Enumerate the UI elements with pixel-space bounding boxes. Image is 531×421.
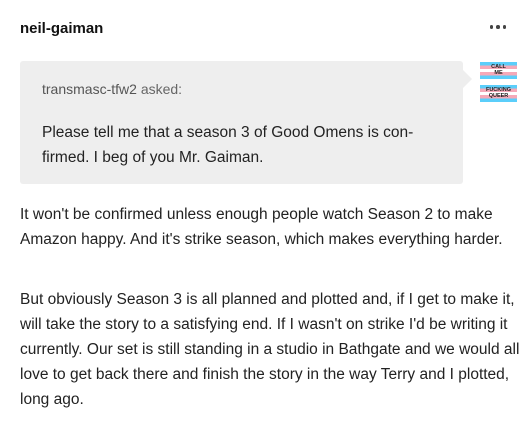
ask-question: Please tell me that a season 3 of Good O… (42, 124, 414, 166)
avatar-flag-top: CALL ME (480, 62, 517, 79)
post-author-name[interactable]: neil-gaiman (20, 20, 103, 37)
avatar-flag-bottom: FUCKING QUEER (480, 85, 517, 102)
avatar-text: ME (494, 69, 503, 76)
asker-line: transmasc-tfw2 asked: (42, 81, 182, 97)
asker-name[interactable]: transmasc-tfw2 (42, 81, 137, 97)
avatar-text: QUEER (488, 92, 509, 99)
asked-label: asked: (140, 81, 183, 97)
menu-dot (489, 25, 494, 29)
answer-paragraph: It won't be confirmed unless enough peop… (20, 206, 503, 248)
asker-avatar[interactable]: CALL ME FUCKING QUEER (480, 62, 517, 102)
menu-dot (502, 25, 507, 29)
menu-dot (496, 25, 500, 29)
more-options-icon[interactable] (485, 17, 511, 37)
answer-paragraph: But obviously Season 3 is all planned an… (20, 291, 520, 408)
ask-box: transmasc-tfw2 asked: Please tell me tha… (20, 61, 472, 184)
